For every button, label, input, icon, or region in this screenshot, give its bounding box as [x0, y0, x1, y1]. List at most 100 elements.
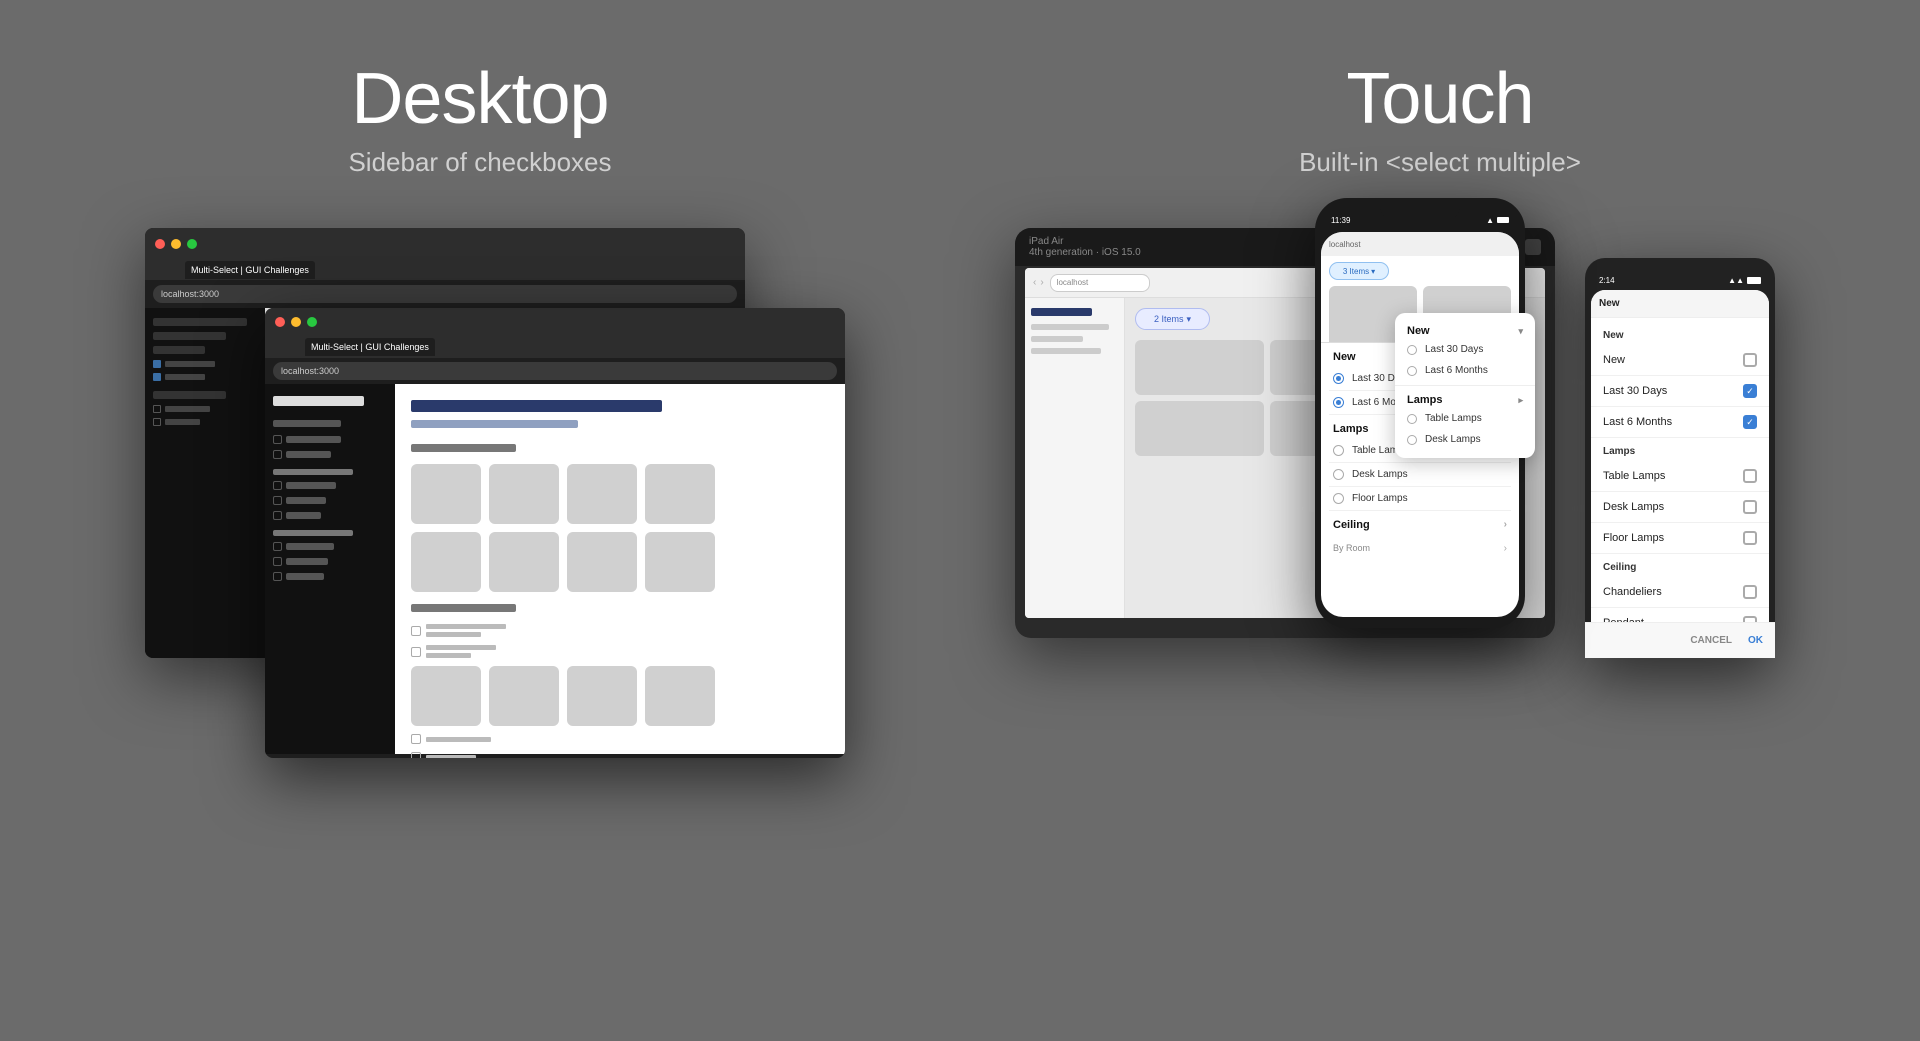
android-cb-last30[interactable]: ✓	[1743, 384, 1757, 398]
android-cb-table[interactable]	[1743, 469, 1757, 483]
android-cb-desk[interactable]	[1743, 500, 1757, 514]
android-cb-last6[interactable]: ✓	[1743, 415, 1757, 429]
iphone-radio-last30	[1333, 373, 1344, 384]
dd-label-table: Table Lamps	[1425, 413, 1482, 424]
iphone-dd-desk[interactable]: Desk Lamps	[1329, 463, 1511, 487]
dd-radio-desk	[1407, 435, 1417, 445]
sidebar-cb-2	[153, 373, 257, 381]
ipad-forward-icon[interactable]: ›	[1040, 277, 1043, 288]
sf-checkbox-2[interactable]	[273, 450, 282, 459]
sf-cb-7	[273, 557, 387, 566]
android-item-new-label: New	[1603, 354, 1625, 366]
android-screen: New New New Last 30 Days ✓ Last 6 Months	[1591, 290, 1769, 650]
browser-front-address-bar: localhost:3000	[265, 358, 845, 384]
android-signal-icon: ▲▲	[1728, 276, 1744, 285]
sf-checkbox-8[interactable]	[273, 572, 282, 581]
dd-chevron-lamps: ▸	[1518, 395, 1523, 406]
sf-cb-bar-7	[286, 558, 328, 565]
sf-checkbox-5[interactable]	[273, 511, 282, 520]
grid-cell-3	[567, 464, 637, 524]
iphone-dd-floor[interactable]: Floor Lamps	[1329, 487, 1511, 511]
iphone-dd-byroom-label: By Room	[1333, 543, 1370, 554]
traffic-light-green[interactable]	[187, 239, 197, 249]
dd-item-table[interactable]: Table Lamps	[1395, 408, 1535, 429]
android-item-last6[interactable]: Last 6 Months ✓	[1591, 407, 1769, 438]
android-item-new[interactable]: New	[1591, 345, 1769, 376]
iphone-time: 11:39	[1331, 216, 1350, 225]
browser-back-address-input[interactable]: localhost:3000	[153, 285, 737, 303]
dd-item-last30[interactable]: Last 30 Days	[1395, 339, 1535, 360]
dd-section-new-label: New	[1407, 325, 1430, 337]
browser-front-address-input[interactable]: localhost:3000	[273, 362, 837, 380]
mf-checkbox-2[interactable]	[411, 647, 421, 657]
mf-section-title-2	[411, 604, 516, 612]
ipad-back-icon[interactable]: ‹	[1033, 277, 1036, 288]
touch-section: iPad Air 4th generation · iOS 15.0 ‹ ›	[1015, 228, 1775, 728]
sf-cb-bar-6	[286, 543, 334, 550]
sidebar-cb-4	[153, 418, 257, 426]
android-cb-new[interactable]	[1743, 353, 1757, 367]
android-cancel-button[interactable]: CANCEL	[1690, 635, 1732, 646]
iphone-dd-chevron-byroom: ›	[1504, 543, 1507, 554]
ipad-icon-5	[1525, 239, 1541, 255]
ipad-sb-4	[1031, 348, 1101, 354]
mf-cb-bars-2	[426, 645, 496, 658]
checkbox-1[interactable]	[153, 360, 161, 368]
sidebar-cb-1	[153, 360, 257, 368]
sf-checkbox-6[interactable]	[273, 542, 282, 551]
sf-checkbox-1[interactable]	[273, 435, 282, 444]
iphone-filter-button[interactable]: 3 Items ▾	[1329, 262, 1389, 280]
ipad-filter-button[interactable]: 2 Items ▾	[1135, 308, 1210, 330]
sf-checkbox-4[interactable]	[273, 496, 282, 505]
browser-front-tl-yellow[interactable]	[291, 317, 301, 327]
android-section-lamps: Lamps	[1591, 438, 1769, 461]
sf-cb-bar-5	[286, 512, 321, 519]
traffic-light-yellow[interactable]	[171, 239, 181, 249]
android-ok-button[interactable]: OK	[1748, 635, 1763, 646]
android-item-floor[interactable]: Floor Lamps	[1591, 523, 1769, 554]
ipad-address-input[interactable]: localhost	[1050, 274, 1150, 292]
android-status-bar: 2:14 ▲▲	[1591, 272, 1769, 288]
grid-cell-6	[489, 532, 559, 592]
dd-item-last6[interactable]: Last 6 Months	[1395, 360, 1535, 381]
android-item-last6-label: Last 6 Months	[1603, 416, 1672, 428]
android-time: 2:14	[1599, 276, 1615, 285]
sf-checkbox-7[interactable]	[273, 557, 282, 566]
iphone-dd-floor-label: Floor Lamps	[1352, 493, 1408, 504]
grid-cell-7	[567, 532, 637, 592]
mf-checkbox-1[interactable]	[411, 626, 421, 636]
android-list: New New Last 30 Days ✓ Last 6 Months ✓ L	[1591, 318, 1769, 650]
dd-chevron-new: ▾	[1518, 326, 1523, 337]
sf-checkbox-3[interactable]	[273, 481, 282, 490]
checkbox-4[interactable]	[153, 418, 161, 426]
mf-header-bar	[411, 400, 662, 412]
desktop-subtitle: Sidebar of checkboxes	[0, 147, 960, 178]
traffic-light-red[interactable]	[155, 239, 165, 249]
browser-front-sidebar	[265, 384, 395, 754]
dd-radio-last30	[1407, 345, 1417, 355]
android-item-table[interactable]: Table Lamps	[1591, 461, 1769, 492]
android-item-last30[interactable]: Last 30 Days ✓	[1591, 376, 1769, 407]
android-item-chandeliers[interactable]: Chandeliers	[1591, 577, 1769, 608]
android-item-desk[interactable]: Desk Lamps	[1591, 492, 1769, 523]
sf-subheader	[273, 420, 341, 427]
mf-checkbox-3[interactable]	[411, 734, 421, 744]
browser-front-tl-green[interactable]	[307, 317, 317, 327]
browser-back-tab-bar: Multi-Select | GUI Challenges	[145, 260, 745, 280]
mf-cb-bars-4	[426, 755, 476, 759]
checkbox-3[interactable]	[153, 405, 161, 413]
sf-cb-4	[273, 496, 387, 505]
browser-back-tab[interactable]: Multi-Select | GUI Challenges	[185, 261, 315, 279]
iphone-status-icons: ▲	[1486, 216, 1509, 225]
browser-front-tl-red[interactable]	[275, 317, 285, 327]
android-cb-floor[interactable]	[1743, 531, 1757, 545]
android-cb-chandeliers[interactable]	[1743, 585, 1757, 599]
browser-front-tab[interactable]: Multi-Select | GUI Challenges	[305, 338, 435, 356]
dd-item-desk[interactable]: Desk Lamps	[1395, 429, 1535, 450]
browser-window-front: Multi-Select | GUI Challenges localhost:…	[265, 308, 845, 758]
touch-title: Touch	[960, 60, 1920, 139]
checkbox-2[interactable]	[153, 373, 161, 381]
sf-cb-1	[273, 435, 387, 444]
wifi-icon: ▲	[1486, 216, 1494, 225]
mf-checkbox-4[interactable]	[411, 752, 421, 758]
